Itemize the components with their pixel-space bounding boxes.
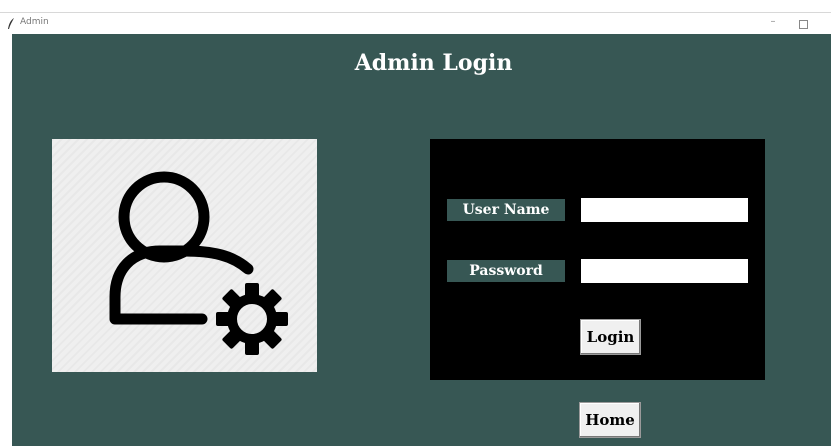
- app-content: Admin Login User Name Password Login Hom…: [12, 34, 831, 446]
- page-title: Admin Login: [354, 50, 513, 76]
- password-label: Password: [447, 260, 565, 282]
- minimize-button[interactable]: –: [765, 14, 781, 30]
- window-titlebar[interactable]: Admin –: [0, 12, 831, 34]
- maximize-icon: [798, 20, 808, 29]
- window-title: Admin: [20, 17, 49, 27]
- feather-icon: [6, 16, 16, 30]
- username-label: User Name: [447, 199, 565, 221]
- maximize-button[interactable]: [795, 14, 811, 30]
- login-form-panel: User Name Password Login: [430, 139, 765, 380]
- screen: Admin – Admin Login User Name Password L…: [0, 0, 831, 446]
- username-input[interactable]: [581, 198, 748, 222]
- login-button[interactable]: Login: [580, 319, 641, 355]
- home-button[interactable]: Home: [579, 402, 641, 438]
- password-input[interactable]: [581, 259, 748, 283]
- admin-image: [52, 139, 317, 372]
- user-settings-icon: [109, 171, 288, 355]
